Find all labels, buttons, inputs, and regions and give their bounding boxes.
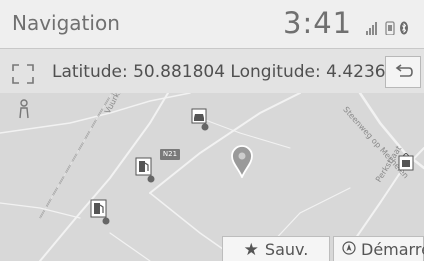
back-button[interactable] — [385, 56, 421, 88]
start-navigation-button[interactable]: Démarrer — [333, 236, 424, 261]
save-button[interactable]: ★ Sauv. — [222, 236, 330, 261]
road-number-sign: N21 — [160, 149, 180, 160]
fuel-station-icon[interactable] — [135, 157, 157, 185]
phone-icon — [385, 21, 395, 36]
location-pin-icon[interactable] — [230, 144, 254, 180]
person-icon[interactable] — [14, 96, 34, 122]
star-icon: ★ — [243, 239, 259, 260]
start-label: Démarrer — [361, 239, 424, 259]
bluetooth-icon — [400, 21, 408, 35]
clock: 3:41 — [283, 6, 353, 40]
navigation-screen: Navigation 3:41 Steenweg op Mechelen Per… — [0, 0, 424, 261]
coordinates-text: Latitude: 50.881804 Longitude: 4.423639 — [52, 62, 408, 82]
status-icons — [366, 20, 418, 36]
expand-map-icon[interactable] — [10, 62, 36, 86]
signal-bars-icon — [366, 22, 377, 35]
shop-icon[interactable] — [398, 153, 414, 171]
back-arrow-icon — [395, 64, 413, 77]
screen-title: Navigation — [12, 11, 120, 35]
navigation-icon — [342, 240, 356, 259]
header-bar: Navigation 3:41 — [0, 0, 424, 49]
car-service-icon[interactable] — [191, 108, 211, 134]
fuel-station-icon[interactable] — [90, 199, 112, 227]
save-label: Sauv. — [264, 240, 309, 259]
